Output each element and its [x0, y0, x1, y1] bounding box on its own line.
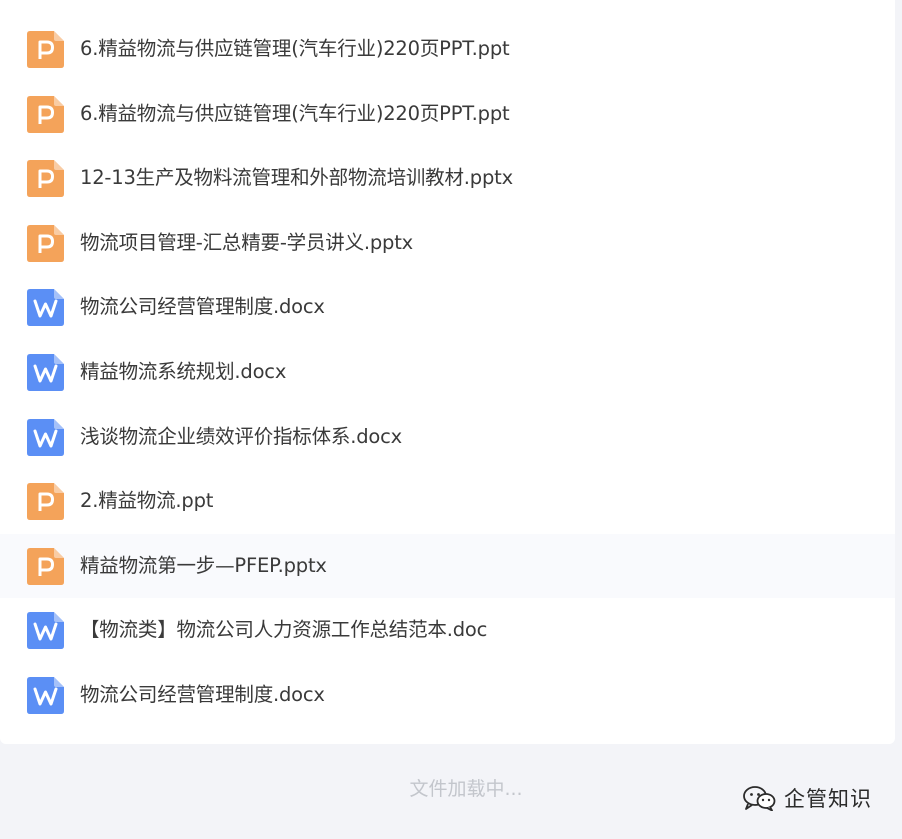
file-name: 6.精益物流与供应链管理(汽车行业)220页PPT.ppt	[80, 101, 510, 125]
ppt-file-icon	[27, 31, 64, 68]
file-name: 6.精益物流与供应链管理(汽车行业)220页PPT.ppt	[80, 37, 510, 60]
loading-text: 文件加载中...	[409, 778, 523, 800]
ppt-file-icon	[27, 483, 64, 521]
wechat-icon	[743, 786, 776, 811]
watermark-text: 企管知识	[784, 787, 872, 811]
word-file-icon	[27, 418, 64, 456]
file-list: 6.精益物流与供应链管理(汽车行业)220页PPT.ppt 6.精益物流与供应链管…	[0, 0, 895, 728]
file-item[interactable]: 6.精益物流与供应链管理(汽车行业)220页PPT.ppt	[0, 17, 895, 82]
file-item[interactable]: 浅谈物流企业绩效评价指标体系.docx	[0, 405, 895, 470]
file-name: 物流公司经营管理制度.docx	[80, 295, 325, 319]
word-file-icon	[27, 353, 64, 391]
file-name: 【物流类】物流公司人力资源工作总结范本.doc	[80, 618, 488, 642]
ppt-file-icon	[27, 547, 64, 585]
watermark: 企管知识	[742, 783, 872, 813]
file-name: 精益物流第一步—PFEP.pptx	[80, 553, 327, 577]
word-file-icon	[27, 612, 64, 650]
file-name: 12-13生产及物料流管理和外部物流培训教材.pptx	[80, 166, 513, 190]
file-item[interactable]: 物流公司经营管理制度.docx	[0, 663, 895, 728]
file-name: 物流项目管理-汇总精要-学员讲义.pptx	[80, 230, 414, 254]
ppt-file-icon	[27, 224, 64, 262]
file-list-panel: 6.精益物流与供应链管理(汽车行业)220页PPT.ppt 6.精益物流与供应链管…	[0, 0, 895, 744]
file-item[interactable]: 物流公司经营管理制度.docx	[0, 275, 895, 340]
file-item[interactable]: 6.精益物流与供应链管理(汽车行业)220页PPT.ppt	[0, 82, 895, 147]
ppt-file-icon	[27, 160, 64, 198]
file-item[interactable]: 2.精益物流.ppt	[0, 469, 895, 534]
file-item[interactable]: 物流项目管理-汇总精要-学员讲义.pptx	[0, 211, 895, 276]
file-item[interactable]: 12-13生产及物料流管理和外部物流培训教材.pptx	[0, 146, 895, 211]
file-name: 2.精益物流.ppt	[80, 489, 214, 513]
file-name: 浅谈物流企业绩效评价指标体系.docx	[80, 424, 402, 448]
ppt-file-icon	[27, 95, 64, 133]
file-item[interactable]: 精益物流第一步—PFEP.pptx	[0, 533, 895, 599]
word-file-icon	[27, 289, 64, 327]
word-file-icon	[27, 676, 64, 714]
file-name: 精益物流系统规划.docx	[80, 359, 287, 383]
file-item[interactable]: 精益物流系统规划.docx	[0, 340, 895, 405]
file-item[interactable]: 【物流类】物流公司人力资源工作总结范本.doc	[0, 598, 895, 663]
file-name: 物流公司经营管理制度.docx	[80, 682, 325, 706]
